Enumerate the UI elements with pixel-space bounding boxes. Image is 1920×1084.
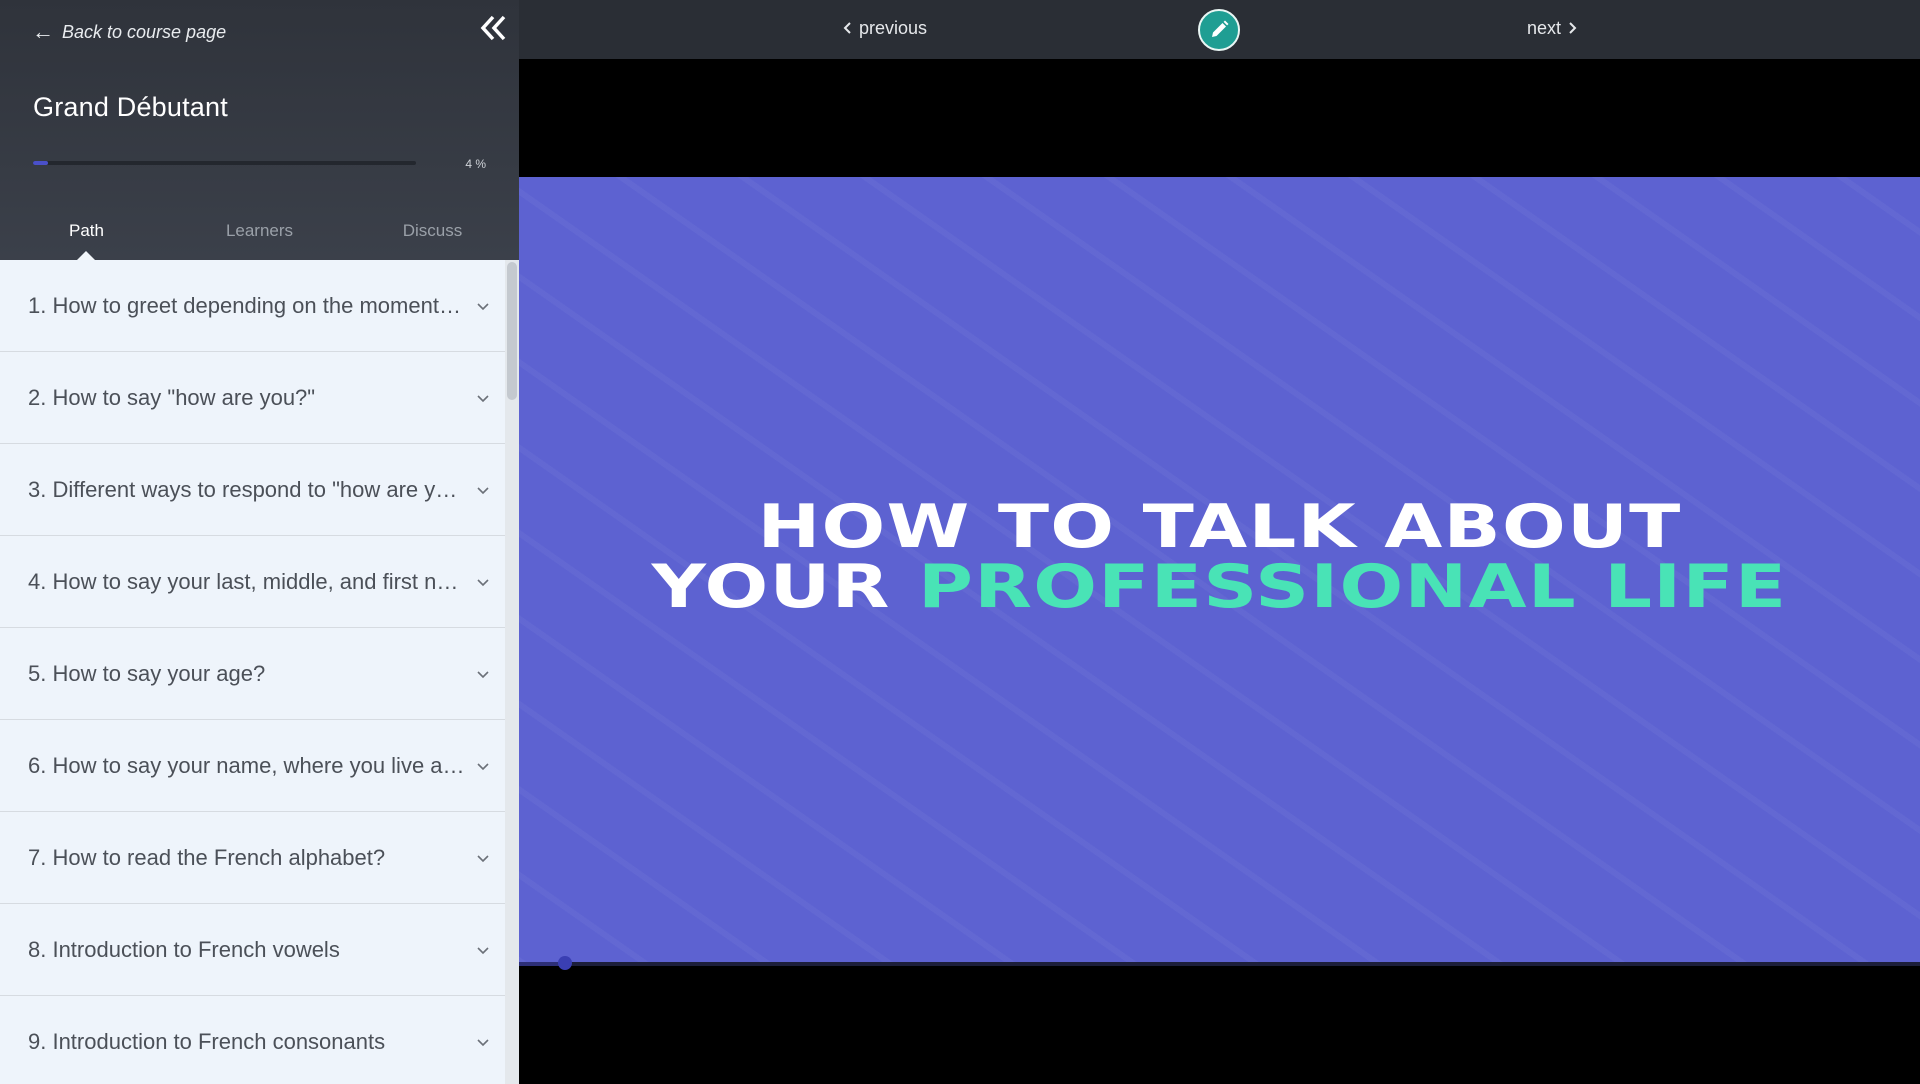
video-player[interactable]: HOW TO TALK ABOUT YOUR PROFESSIONAL LIFE [519, 59, 1920, 1084]
previous-lesson-button[interactable]: previous [843, 16, 927, 40]
video-seek-bar[interactable] [519, 962, 1920, 966]
pencil-icon [1208, 19, 1230, 41]
lesson-list-scrollbar[interactable] [505, 260, 519, 1084]
lesson-title: 1. How to greet depending on the moment … [28, 293, 465, 319]
lesson-title: 7. How to read the French alphabet? [28, 845, 465, 871]
lesson-title: 3. Different ways to respond to "how are… [28, 477, 465, 503]
video-frame[interactable]: HOW TO TALK ABOUT YOUR PROFESSIONAL LIFE [519, 177, 1920, 964]
active-tab-indicator [77, 251, 95, 260]
lesson-navigation-bar: previous next [519, 0, 1920, 59]
lesson-title: 5. How to say your age? [28, 661, 465, 687]
lesson-item[interactable]: 2. How to say "how are you?" [0, 352, 505, 444]
previous-label: previous [859, 18, 927, 39]
lesson-title: 2. How to say "how are you?" [28, 385, 465, 411]
back-link-label: Back to course page [62, 22, 226, 43]
chevron-down-icon[interactable] [475, 850, 491, 866]
lesson-title: 4. How to say your last, middle, and fir… [28, 569, 465, 595]
slide-title-accent: PROFESSIONAL LIFE [918, 552, 1787, 622]
collapse-sidebar-button[interactable] [476, 10, 510, 46]
lesson-item[interactable]: 9. Introduction to French consonants [0, 996, 505, 1084]
lesson-title: 8. Introduction to French vowels [28, 937, 465, 963]
slide-title-line-2: YOUR PROFESSIONAL LIFE [519, 557, 1920, 617]
video-seek-handle[interactable] [558, 956, 572, 970]
slide-title-white-word: YOUR [652, 552, 891, 622]
lesson-item[interactable]: 6. How to say your name, where you live … [0, 720, 505, 812]
chevron-down-icon[interactable] [475, 574, 491, 590]
double-chevron-left-icon [479, 14, 507, 42]
scrollbar-thumb[interactable] [507, 262, 517, 400]
edit-button[interactable] [1198, 9, 1240, 51]
lesson-title: 9. Introduction to French consonants [28, 1029, 465, 1055]
lesson-item[interactable]: 1. How to greet depending on the moment … [0, 260, 505, 352]
chevron-down-icon[interactable] [475, 758, 491, 774]
chevron-down-icon[interactable] [475, 942, 491, 958]
next-lesson-button[interactable]: next [1527, 16, 1577, 40]
lesson-item[interactable]: 3. Different ways to respond to "how are… [0, 444, 505, 536]
chevron-right-icon [1567, 21, 1577, 35]
course-title: Grand Débutant [33, 92, 228, 123]
lesson-item[interactable]: 4. How to say your last, middle, and fir… [0, 536, 505, 628]
tab-discuss[interactable]: Discuss [346, 214, 519, 260]
lesson-item[interactable]: 5. How to say your age? [0, 628, 505, 720]
chevron-down-icon[interactable] [475, 298, 491, 314]
course-progress-fill [33, 161, 48, 165]
lesson-item[interactable]: 8. Introduction to French vowels [0, 904, 505, 996]
chevron-down-icon[interactable] [475, 482, 491, 498]
course-progress-bar [33, 161, 416, 165]
chevron-down-icon[interactable] [475, 1034, 491, 1050]
arrow-left-icon: ← [32, 21, 54, 43]
lesson-title: 6. How to say your name, where you live … [28, 753, 465, 779]
tab-learners[interactable]: Learners [173, 214, 346, 260]
course-progress-label: 4 % [440, 157, 486, 171]
lesson-item[interactable]: 7. How to read the French alphabet? [0, 812, 505, 904]
chevron-down-icon[interactable] [475, 666, 491, 682]
course-sidebar: ← Back to course page Grand Débutant 4 %… [0, 0, 519, 1084]
video-slide-title: HOW TO TALK ABOUT YOUR PROFESSIONAL LIFE [519, 497, 1920, 617]
sidebar-header: ← Back to course page Grand Débutant 4 %… [0, 0, 519, 260]
next-label: next [1527, 18, 1561, 39]
lesson-list: 1. How to greet depending on the moment … [0, 260, 505, 1084]
chevron-left-icon [843, 21, 853, 35]
slide-title-line-1: HOW TO TALK ABOUT [519, 497, 1920, 557]
chevron-down-icon[interactable] [475, 390, 491, 406]
back-to-course-link[interactable]: ← Back to course page [32, 18, 226, 46]
